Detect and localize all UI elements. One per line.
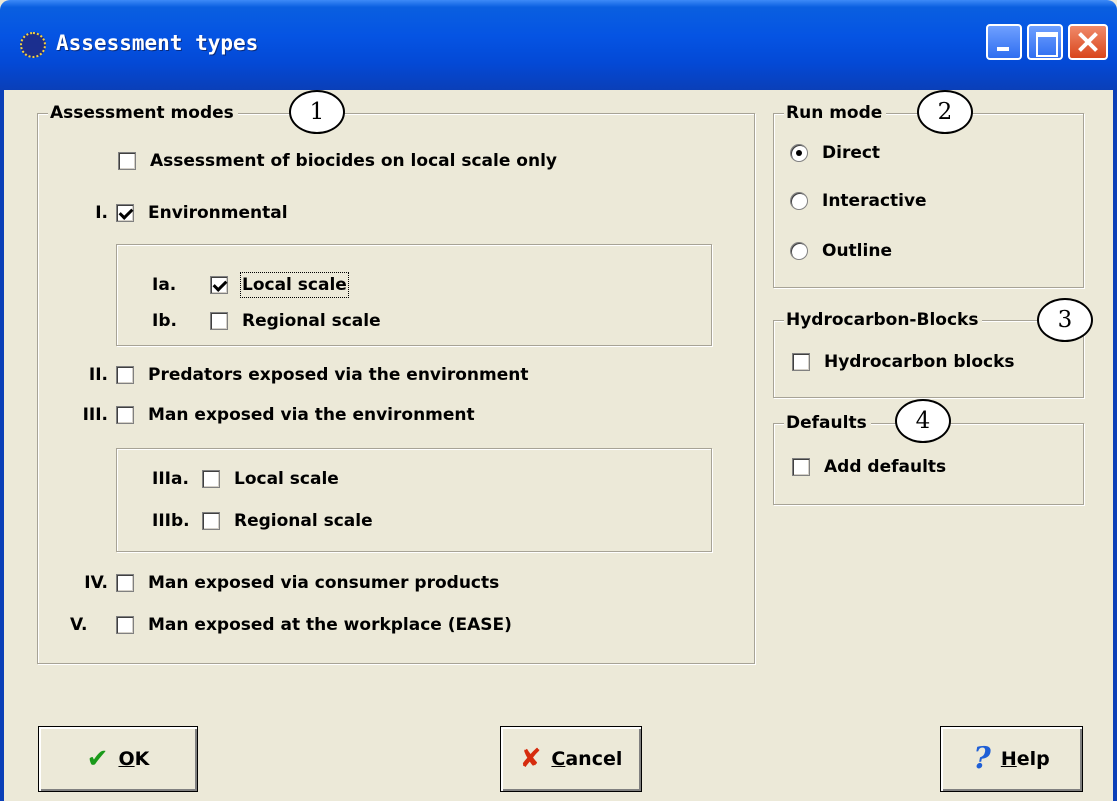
consumer-products-option[interactable]: IV. Man exposed via consumer products (54, 572, 499, 594)
hydrocarbon-blocks-option[interactable]: Hydrocarbon blocks (792, 351, 1015, 373)
x-icon: ✘ (519, 744, 542, 774)
run-mode-legend: Run mode (784, 101, 887, 125)
ok-label: K (134, 748, 150, 770)
interactive-label: Interactive (822, 191, 927, 211)
man-regional-scale-option[interactable]: IIIb. Regional scale (152, 510, 373, 532)
hydrocarbon-blocks-checkbox[interactable] (792, 353, 810, 371)
workplace-option[interactable]: V. Man exposed at the workplace (EASE) (54, 614, 512, 636)
ok-mnemonic: O (118, 748, 135, 770)
roman-numeral: V. (70, 615, 88, 635)
roman-numeral: II. (88, 365, 108, 385)
predators-option[interactable]: II. Predators exposed via the environmen… (74, 364, 529, 386)
check-icon: ✔ (86, 744, 109, 774)
hydrocarbon-blocks-legend: Hydrocarbon-Blocks (784, 308, 983, 332)
predators-label: Predators exposed via the environment (148, 365, 529, 385)
man-regional-scale-label: Regional scale (234, 511, 373, 531)
env-local-scale-label: Local scale (240, 272, 349, 298)
consumer-products-checkbox[interactable] (116, 574, 134, 592)
assessment-modes-group: Assessment modes Assessment of biocides … (37, 101, 755, 664)
outline-radio[interactable] (790, 242, 808, 260)
environmental-checkbox[interactable] (116, 204, 134, 222)
consumer-products-label: Man exposed via consumer products (148, 573, 500, 593)
man-environment-checkbox[interactable] (116, 406, 134, 424)
roman-numeral: Ib. (152, 311, 177, 331)
callout-2: 2 (917, 90, 973, 134)
workplace-label: Man exposed at the workplace (EASE) (148, 615, 512, 635)
add-defaults-label: Add defaults (824, 457, 947, 477)
cancel-label: ancel (565, 748, 623, 770)
app-icon[interactable] (20, 32, 46, 58)
window-border-right (1113, 90, 1117, 801)
roman-numeral: I. (95, 203, 108, 223)
help-button[interactable]: ? Help (940, 726, 1083, 792)
assessment-modes-legend: Assessment modes (48, 101, 238, 125)
env-regional-scale-checkbox[interactable] (210, 312, 228, 330)
cancel-button[interactable]: ✘ Cancel (500, 726, 642, 792)
run-mode-direct-option[interactable]: Direct (790, 142, 880, 164)
help-mnemonic: H (1000, 748, 1017, 770)
man-regional-scale-checkbox[interactable] (202, 512, 220, 530)
defaults-legend: Defaults (784, 411, 871, 435)
man-local-scale-label: Local scale (234, 469, 339, 489)
callout-3: 3 (1037, 298, 1093, 342)
biocides-option[interactable]: Assessment of biocides on local scale on… (118, 150, 557, 172)
callout-4: 4 (895, 399, 951, 443)
add-defaults-checkbox[interactable] (792, 458, 810, 476)
env-local-scale-checkbox[interactable] (210, 276, 228, 294)
man-local-scale-option[interactable]: IIIa. Local scale (152, 468, 339, 490)
roman-numeral: IIIa. (152, 469, 189, 489)
maximize-button[interactable] (1027, 24, 1063, 60)
outline-label: Outline (822, 241, 892, 261)
run-mode-group: Run mode Direct Interactive Outline (773, 101, 1084, 288)
cancel-mnemonic: C (551, 748, 566, 770)
close-button[interactable] (1068, 24, 1108, 60)
interactive-radio[interactable] (790, 192, 808, 210)
environmental-label: Environmental (148, 203, 288, 223)
env-local-scale-option[interactable]: Ia. Local scale (152, 272, 349, 298)
roman-numeral: IIIb. (152, 511, 190, 531)
predators-checkbox[interactable] (116, 366, 134, 384)
callout-1: 1 (289, 90, 345, 134)
man-environment-option[interactable]: III. Man exposed via the environment (54, 404, 475, 426)
biocides-checkbox[interactable] (118, 152, 136, 170)
env-regional-scale-option[interactable]: Ib. Regional scale (152, 310, 381, 332)
direct-radio[interactable] (790, 144, 808, 162)
hydrocarbon-blocks-label: Hydrocarbon blocks (824, 352, 1015, 372)
ok-button[interactable]: ✔ OK (38, 726, 198, 792)
help-label: elp (1016, 748, 1050, 770)
window-border-left (0, 90, 4, 801)
roman-numeral: III. (82, 405, 108, 425)
run-mode-outline-option[interactable]: Outline (790, 240, 892, 262)
workplace-checkbox[interactable] (116, 616, 134, 634)
question-icon: ? (973, 741, 991, 776)
direct-label: Direct (822, 143, 881, 163)
title-bar[interactable]: Assessment types (0, 0, 1117, 90)
env-regional-scale-label: Regional scale (242, 311, 381, 331)
minimize-button[interactable] (986, 24, 1022, 60)
window-title: Assessment types (56, 31, 259, 55)
environmental-option[interactable]: I. Environmental (74, 202, 288, 224)
roman-numeral: IV. (84, 573, 108, 593)
man-local-scale-checkbox[interactable] (202, 470, 220, 488)
hydrocarbon-blocks-group: Hydrocarbon-Blocks Hydrocarbon blocks (773, 308, 1084, 398)
biocides-label: Assessment of biocides on local scale on… (150, 151, 557, 171)
roman-numeral: Ia. (152, 275, 177, 295)
man-environment-label: Man exposed via the environment (148, 405, 475, 425)
man-environment-subgroup (116, 448, 712, 552)
run-mode-interactive-option[interactable]: Interactive (790, 190, 927, 212)
add-defaults-option[interactable]: Add defaults (792, 456, 946, 478)
